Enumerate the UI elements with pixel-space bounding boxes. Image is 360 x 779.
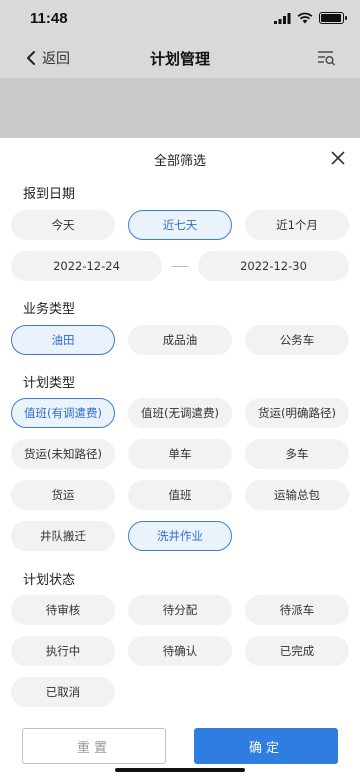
chip-today[interactable]: 今天 xyxy=(11,210,115,240)
nav-bar: 返回 计划管理 xyxy=(0,38,360,78)
reset-button[interactable]: 重置 xyxy=(22,728,166,764)
signal-icon xyxy=(274,12,291,24)
wifi-icon xyxy=(297,12,313,24)
filter-sheet: 全部筛选 报到日期 今天 近七天 近1个月 2022-12-24 2022-12… xyxy=(0,138,360,779)
status-icons xyxy=(274,12,347,24)
chip-pending-review[interactable]: 待审核 xyxy=(11,595,115,625)
status-bar: 11:48 xyxy=(0,0,360,38)
chip-multi-vehicle[interactable]: 多车 xyxy=(245,439,349,469)
backdrop-overlay[interactable] xyxy=(0,78,360,138)
section-title-plan-status: 计划状态 xyxy=(23,573,76,588)
end-date-field[interactable]: 2022-12-30 xyxy=(198,251,349,281)
chip-last-7-days[interactable]: 近七天 xyxy=(128,210,232,240)
section-title-plan-type: 计划类型 xyxy=(23,376,76,391)
chip-duty-without-fee[interactable]: 值班(无调遣费) xyxy=(128,398,232,428)
chip-pending-confirm[interactable]: 待确认 xyxy=(128,636,232,666)
chip-duty[interactable]: 值班 xyxy=(128,480,232,510)
chip-official-car[interactable]: 公务车 xyxy=(245,325,349,355)
chip-duty-with-fee[interactable]: 值班(有调遣费) xyxy=(11,398,115,428)
chip-oilfield[interactable]: 油田 xyxy=(11,325,115,355)
confirm-button[interactable]: 确定 xyxy=(194,728,338,764)
chip-freight-known-route[interactable]: 货运(明确路径) xyxy=(245,398,349,428)
date-range-dash xyxy=(172,266,188,267)
section-title-business-type: 业务类型 xyxy=(23,302,76,317)
chip-freight[interactable]: 货运 xyxy=(11,480,115,510)
status-time: 11:48 xyxy=(30,10,68,27)
chip-completed[interactable]: 已完成 xyxy=(245,636,349,666)
home-indicator xyxy=(115,768,245,772)
chip-rig-relocation[interactable]: 井队搬迁 xyxy=(11,521,115,551)
chip-transport-contract[interactable]: 运输总包 xyxy=(245,480,349,510)
chip-in-progress[interactable]: 执行中 xyxy=(11,636,115,666)
filter-search-icon[interactable] xyxy=(316,48,336,68)
section-title-report-date: 报到日期 xyxy=(23,187,76,202)
sheet-title: 全部筛选 xyxy=(153,154,206,169)
chip-last-1-month[interactable]: 近1个月 xyxy=(245,210,349,240)
close-icon[interactable] xyxy=(330,150,346,166)
page-title: 计划管理 xyxy=(149,50,210,68)
start-date-field[interactable]: 2022-12-24 xyxy=(11,251,162,281)
chip-refined-oil[interactable]: 成品油 xyxy=(128,325,232,355)
chip-single-vehicle[interactable]: 单车 xyxy=(128,439,232,469)
chip-well-washing[interactable]: 洗井作业 xyxy=(128,521,232,551)
chip-cancelled[interactable]: 已取消 xyxy=(11,677,115,707)
chip-pending-dispatch[interactable]: 待派车 xyxy=(245,595,349,625)
battery-icon xyxy=(319,12,347,24)
chip-freight-unknown-route[interactable]: 货运(未知路径) xyxy=(11,439,115,469)
chip-pending-assign[interactable]: 待分配 xyxy=(128,595,232,625)
